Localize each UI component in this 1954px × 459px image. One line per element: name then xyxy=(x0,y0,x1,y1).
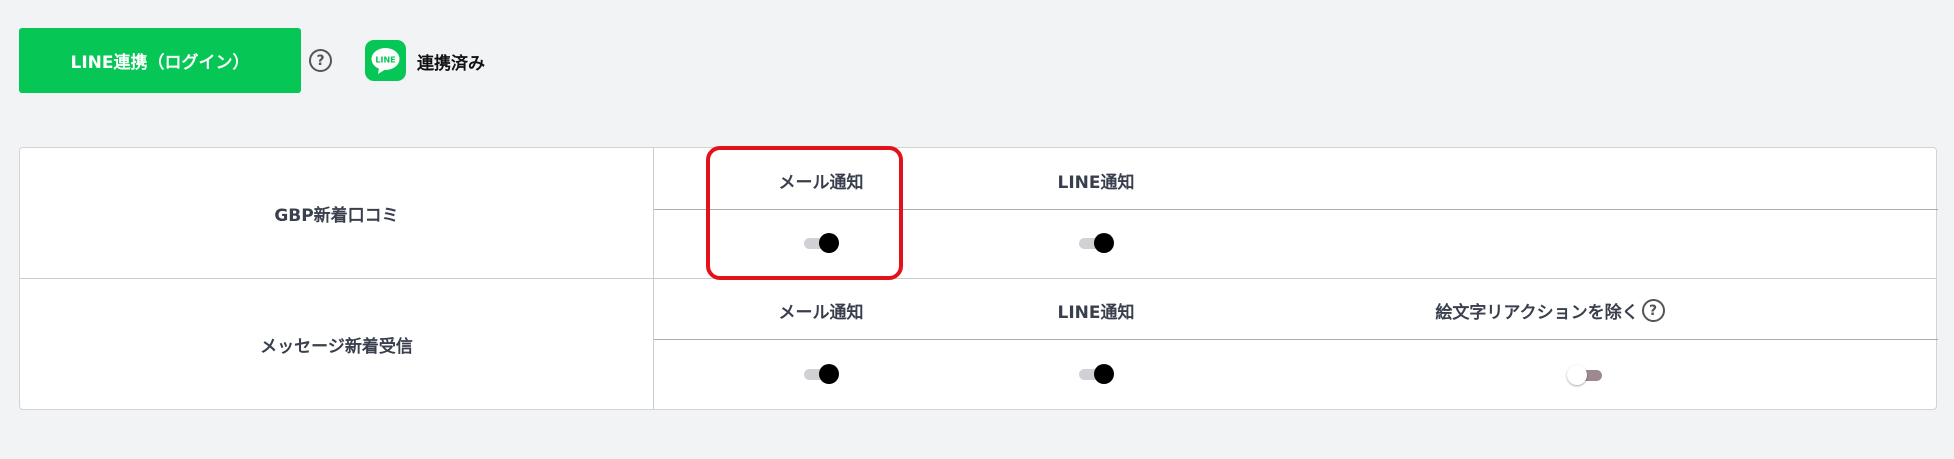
col-header-email: メール通知 xyxy=(778,303,864,323)
row-divider xyxy=(20,278,1936,279)
message-email-notification-toggle[interactable] xyxy=(803,363,839,385)
notification-settings-table: GBP新着口コミ メール通知 LINE通知 メッセージ新着受信 メール通知 LI… xyxy=(19,147,1938,410)
line-linked-status: 連携済み xyxy=(417,54,485,74)
svg-text:LINE: LINE xyxy=(375,55,395,64)
exclude-emoji-reaction-toggle[interactable] xyxy=(1567,364,1603,386)
col-header-line: LINE通知 xyxy=(1057,173,1135,193)
toggle-knob xyxy=(819,233,839,253)
message-line-notification-toggle[interactable] xyxy=(1078,363,1114,385)
col-header-email: メール通知 xyxy=(778,173,864,193)
help-icon[interactable]: ? xyxy=(1641,299,1665,322)
gbp-email-notification-toggle[interactable] xyxy=(803,232,839,254)
toggle-knob xyxy=(1567,365,1587,385)
line-logo-icon: LINE xyxy=(365,40,406,81)
header-divider xyxy=(654,209,1938,210)
header-divider xyxy=(654,339,1938,340)
help-icon[interactable]: ? xyxy=(309,49,332,72)
toggle-knob xyxy=(1094,364,1114,384)
col-header-exclude-emoji-label: 絵文字リアクションを除く xyxy=(1435,303,1639,323)
line-login-button[interactable]: LINE連携（ログイン） xyxy=(19,28,301,93)
col-header-line: LINE通知 xyxy=(1057,303,1135,323)
row-label-new-messages: メッセージ新着受信 xyxy=(260,337,413,357)
toggle-knob xyxy=(1094,233,1114,253)
row-label-gbp-reviews: GBP新着口コミ xyxy=(274,206,399,226)
toggle-knob xyxy=(819,364,839,384)
col-header-exclude-emoji: 絵文字リアクションを除く ? xyxy=(1370,298,1730,323)
gbp-line-notification-toggle[interactable] xyxy=(1078,232,1114,254)
